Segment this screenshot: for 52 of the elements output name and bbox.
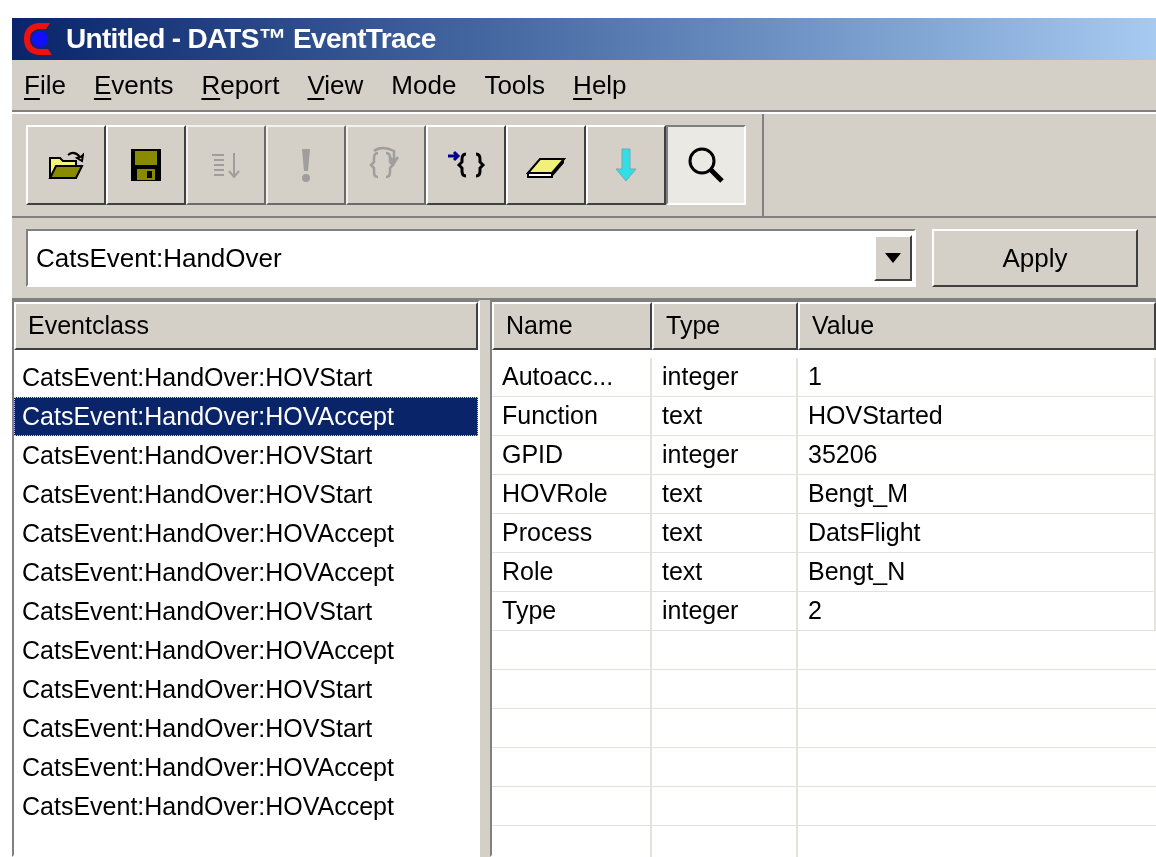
event-row[interactable]: CatsEvent:HandOver:HOVStart	[14, 358, 478, 397]
column-header: Eventclass	[14, 302, 478, 350]
event-row[interactable]: CatsEvent:HandOver:HOVAccept	[14, 631, 478, 670]
down-arrow-icon	[614, 147, 638, 183]
menu-item[interactable]: View	[307, 65, 364, 105]
event-row[interactable]: CatsEvent:HandOver:HOVStart	[14, 436, 478, 475]
search-icon	[686, 145, 726, 185]
event-row[interactable]: CatsEvent:HandOver:HOVStart	[14, 709, 478, 748]
menu-item[interactable]: Help	[573, 65, 627, 105]
table-cell: integer	[652, 358, 798, 396]
event-row[interactable]: CatsEvent:HandOver:HOVAccept	[14, 514, 478, 553]
menu-item[interactable]: Events	[93, 65, 174, 105]
table-cell: integer	[652, 592, 798, 630]
menu-item[interactable]: Mode	[391, 65, 457, 105]
table-cell: 1	[798, 358, 1156, 396]
menu-item[interactable]: File	[24, 65, 66, 105]
table-cell: HOVStarted	[798, 397, 1156, 435]
table-cell: Bengt_N	[798, 553, 1156, 591]
table-cell: Function	[492, 397, 652, 435]
event-row[interactable]: CatsEvent:HandOver:HOVAccept	[14, 397, 478, 436]
event-row[interactable]: CatsEvent:HandOver:HOVStart	[14, 670, 478, 709]
menu-item[interactable]: Report	[201, 65, 280, 105]
table-cell: GPID	[492, 436, 652, 474]
table-cell: DatsFlight	[798, 514, 1156, 552]
table-cell: 2	[798, 592, 1156, 630]
event-row[interactable]: CatsEvent:HandOver:HOVAccept	[14, 553, 478, 592]
table-cell: Bengt_M	[798, 475, 1156, 513]
table-cell: text	[652, 475, 798, 513]
table-cell: Autoacc...	[492, 358, 652, 396]
table-cell: text	[652, 514, 798, 552]
table-cell: Process	[492, 514, 652, 552]
event-row[interactable]: CatsEvent:HandOver:HOVAccept	[14, 787, 478, 826]
table-cell: Role	[492, 553, 652, 591]
dropdown-button[interactable]	[874, 235, 912, 281]
column-header: Name	[492, 302, 652, 350]
event-row[interactable]: CatsEvent:HandOver:HOVAccept	[14, 748, 478, 787]
exclamation-icon	[299, 147, 313, 183]
table-cell: integer	[652, 436, 798, 474]
table-cell: text	[652, 397, 798, 435]
menu-item[interactable]: Tools	[484, 65, 546, 105]
caret-icon	[885, 253, 901, 263]
table-cell: HOVRole	[492, 475, 652, 513]
event-row[interactable]: CatsEvent:HandOver:HOVStart	[14, 592, 478, 631]
table-cell: Type	[492, 592, 652, 630]
table-cell: 35206	[798, 436, 1156, 474]
table-cell: text	[652, 553, 798, 591]
toolbar-button[interactable]	[666, 125, 746, 205]
apply-button[interactable]: Apply	[932, 229, 1138, 287]
column-header: Type	[652, 302, 798, 350]
event-row[interactable]: CatsEvent:HandOver:HOVStart	[14, 475, 478, 514]
column-header: Value	[798, 302, 1156, 350]
window-title: Untitled - DATS™ EventTrace	[66, 22, 436, 56]
